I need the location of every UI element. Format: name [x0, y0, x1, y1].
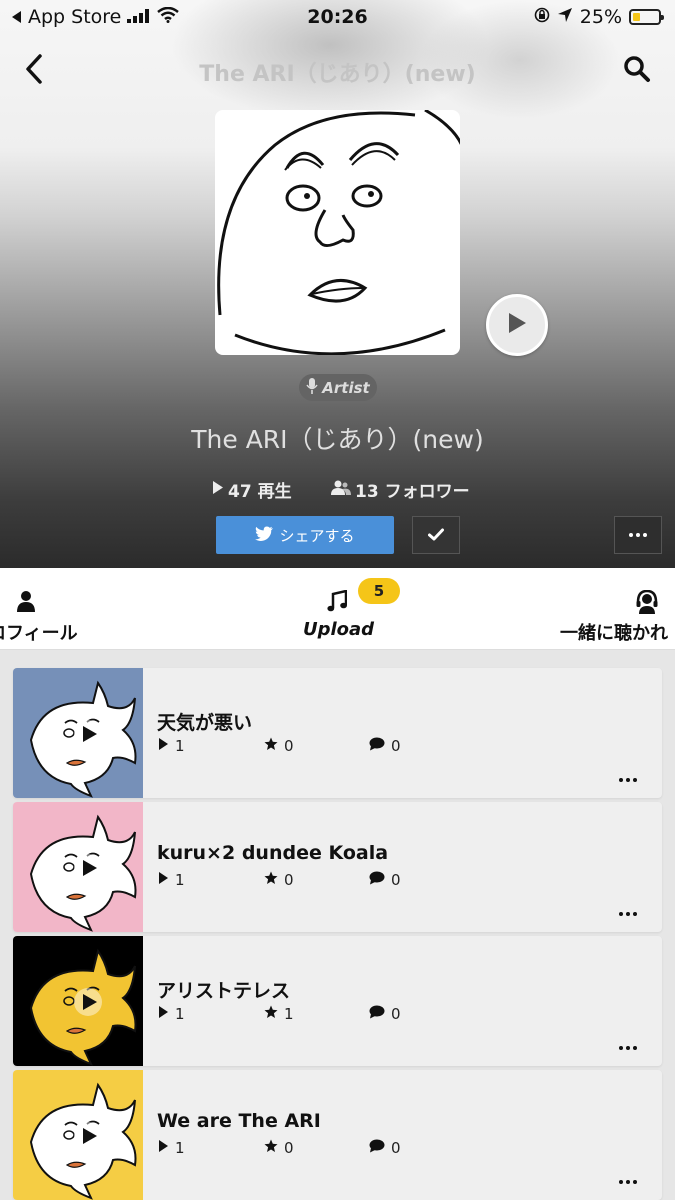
battery-icon — [629, 9, 664, 25]
track-comments-count: 0 — [391, 737, 401, 755]
track-thumbnail[interactable] — [13, 1070, 143, 1200]
track-thumbnail[interactable] — [13, 668, 143, 798]
follower-count-label: 13 フォロワー — [355, 482, 470, 502]
more-options-button[interactable] — [614, 516, 662, 554]
track-plays: 1 — [158, 737, 185, 755]
track-more-button[interactable] — [619, 1180, 637, 1184]
star-icon — [264, 871, 278, 889]
track-comments-count: 0 — [391, 871, 401, 889]
search-button[interactable] — [622, 54, 654, 86]
comment-icon — [369, 737, 385, 755]
more-icon — [619, 912, 623, 916]
track-title[interactable]: We are The ARI — [157, 1110, 321, 1132]
track-thumbnail[interactable] — [13, 936, 143, 1066]
comment-icon — [369, 1005, 385, 1023]
track-plays-count: 1 — [175, 871, 185, 889]
play-count: 47 再生 — [212, 477, 292, 502]
artist-cover-image — [215, 110, 460, 355]
track-more-button[interactable] — [619, 1046, 637, 1050]
track-plays-count: 1 — [175, 737, 185, 755]
more-icon — [619, 1180, 623, 1184]
play-icon — [158, 1139, 169, 1157]
checkmark-icon — [428, 526, 444, 545]
artist-name: The ARI（じあり）(new) — [191, 425, 484, 454]
track-title[interactable]: kuru×2 dundee Koala — [157, 842, 388, 864]
track-item[interactable]: We are The ARI 1 0 0 — [13, 1070, 662, 1200]
track-more-button[interactable] — [619, 912, 637, 916]
tab-profile-label: ロフィール — [0, 623, 78, 644]
more-icon — [619, 778, 623, 782]
play-count-label: 47 再生 — [228, 482, 292, 502]
person-icon — [16, 590, 36, 616]
upload-count-badge: 5 — [358, 578, 400, 604]
play-all-button[interactable] — [486, 294, 548, 356]
microphone-icon — [306, 377, 318, 398]
comment-icon — [369, 871, 385, 889]
track-comments-count: 0 — [391, 1005, 401, 1023]
star-icon — [264, 737, 278, 755]
more-icon — [619, 1046, 623, 1050]
track-comments[interactable]: 0 — [369, 871, 401, 889]
track-plays: 1 — [158, 1005, 185, 1023]
artist-badge: Artist — [299, 374, 377, 401]
track-likes-count: 0 — [284, 871, 294, 889]
track-item[interactable]: kuru×2 dundee Koala 1 0 0 — [13, 802, 662, 932]
nav-title: The ARI（じあり）(new) — [199, 62, 476, 87]
users-icon — [331, 480, 351, 500]
headphones-icon — [636, 589, 658, 618]
track-plays-count: 1 — [175, 1005, 185, 1023]
track-comments[interactable]: 0 — [369, 1139, 401, 1157]
track-likes[interactable]: 1 — [264, 1005, 294, 1023]
track-comments-count: 0 — [391, 1139, 401, 1157]
music-note-icon — [327, 589, 348, 618]
track-likes-count: 0 — [284, 1139, 294, 1157]
rotation-lock-icon — [534, 6, 550, 28]
track-plays: 1 — [158, 1139, 185, 1157]
tab-bar: ロフィール Upload 一緒に聴かれ — [0, 568, 675, 650]
track-comments[interactable]: 0 — [369, 1005, 401, 1023]
tab-listened-together-label: 一緒に聴かれ — [560, 623, 668, 644]
play-icon — [158, 871, 169, 889]
twitter-share-button[interactable]: シェアする — [216, 516, 394, 554]
track-item[interactable]: 天気が悪い 1 0 0 — [13, 668, 662, 798]
track-likes[interactable]: 0 — [264, 871, 294, 889]
battery-percent: 25% — [579, 6, 622, 28]
more-icon — [629, 533, 633, 537]
track-item[interactable]: アリストテレス 1 1 0 — [13, 936, 662, 1066]
comment-icon — [369, 1139, 385, 1157]
track-plays-count: 1 — [175, 1139, 185, 1157]
tab-upload-label: Upload — [303, 619, 375, 640]
track-comments[interactable]: 0 — [369, 737, 401, 755]
play-icon — [158, 737, 169, 755]
track-likes[interactable]: 0 — [264, 737, 294, 755]
track-thumbnail[interactable] — [13, 802, 143, 932]
follower-count[interactable]: 13 フォロワー — [331, 477, 470, 502]
track-likes[interactable]: 0 — [264, 1139, 294, 1157]
track-likes-count: 1 — [284, 1005, 294, 1023]
track-plays: 1 — [158, 871, 185, 889]
location-icon — [557, 6, 573, 28]
track-title[interactable]: アリストテレス — [157, 976, 290, 1003]
twitter-icon — [255, 526, 274, 545]
artist-badge-label: Artist — [322, 378, 370, 397]
play-icon — [158, 1005, 169, 1023]
play-icon — [506, 311, 528, 339]
track-likes-count: 0 — [284, 737, 294, 755]
track-more-button[interactable] — [619, 778, 637, 782]
search-icon — [622, 56, 652, 88]
follow-button[interactable] — [412, 516, 460, 554]
status-bar: App Store 20:26 25% — [0, 0, 675, 36]
share-label: シェアする — [279, 526, 355, 545]
track-title[interactable]: 天気が悪い — [157, 708, 252, 735]
star-icon — [264, 1005, 278, 1023]
play-icon — [212, 480, 224, 500]
star-icon — [264, 1139, 278, 1157]
